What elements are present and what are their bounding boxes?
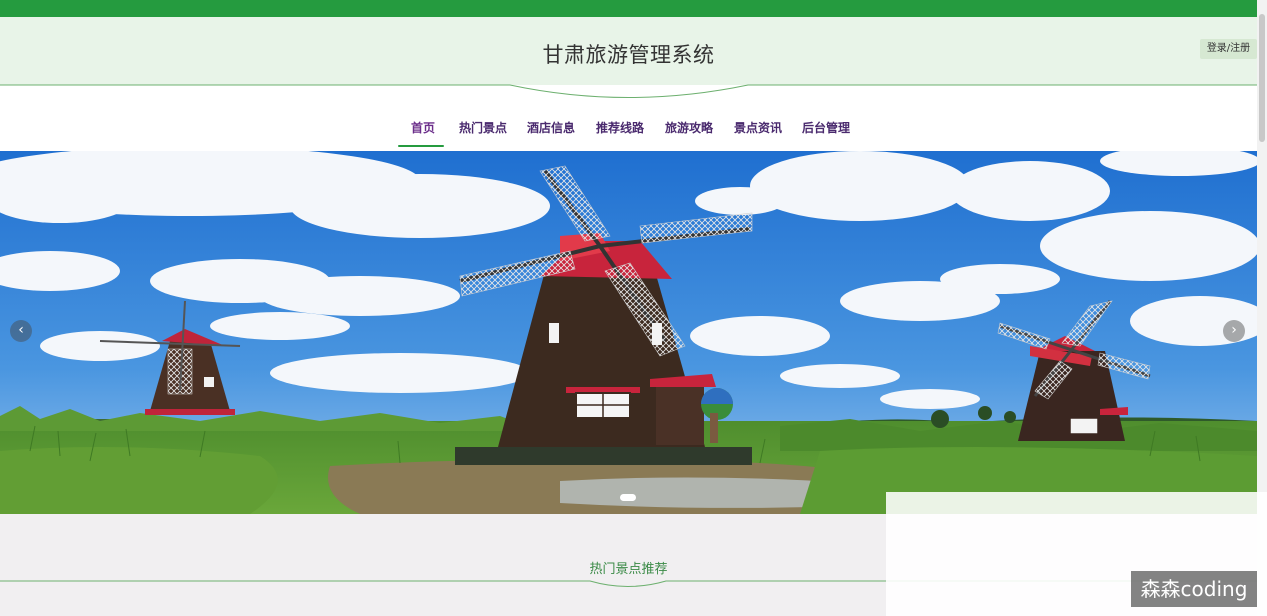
carousel-prev-button[interactable]: ‹ bbox=[10, 320, 32, 342]
nav-item-attraction-news[interactable]: 景点资讯 bbox=[734, 119, 782, 136]
carousel-next-button[interactable]: › bbox=[1223, 320, 1245, 342]
login-register-button[interactable]: 登录/注册 bbox=[1200, 39, 1257, 59]
main-nav: 首页 热门景点 酒店信息 推荐线路 旅游攻略 景点资讯 后台管理 bbox=[0, 100, 1257, 150]
site-header: 甘肃旅游管理系统 登录/注册 bbox=[0, 17, 1257, 85]
header-curve-divider bbox=[0, 84, 1257, 98]
nav-item-home[interactable]: 首页 bbox=[411, 119, 435, 136]
nav-item-hotel-info[interactable]: 酒店信息 bbox=[527, 119, 575, 136]
hero-carousel[interactable]: ‹ › bbox=[0, 151, 1257, 514]
nav-item-admin[interactable]: 后台管理 bbox=[802, 119, 850, 136]
carousel-indicator-dot[interactable] bbox=[620, 494, 636, 501]
nav-active-indicator bbox=[398, 145, 444, 147]
watermark: 森森coding bbox=[1131, 571, 1257, 607]
scrollbar-thumb[interactable] bbox=[1259, 14, 1265, 142]
site-title: 甘肃旅游管理系统 bbox=[542, 43, 715, 67]
nav-item-travel-guides[interactable]: 旅游攻略 bbox=[665, 119, 713, 136]
nav-item-recommended-routes[interactable]: 推荐线路 bbox=[596, 119, 644, 136]
nav-item-hot-attractions[interactable]: 热门景点 bbox=[459, 119, 507, 136]
top-accent-bar bbox=[0, 0, 1257, 17]
windmill-landscape-image bbox=[0, 151, 1257, 514]
